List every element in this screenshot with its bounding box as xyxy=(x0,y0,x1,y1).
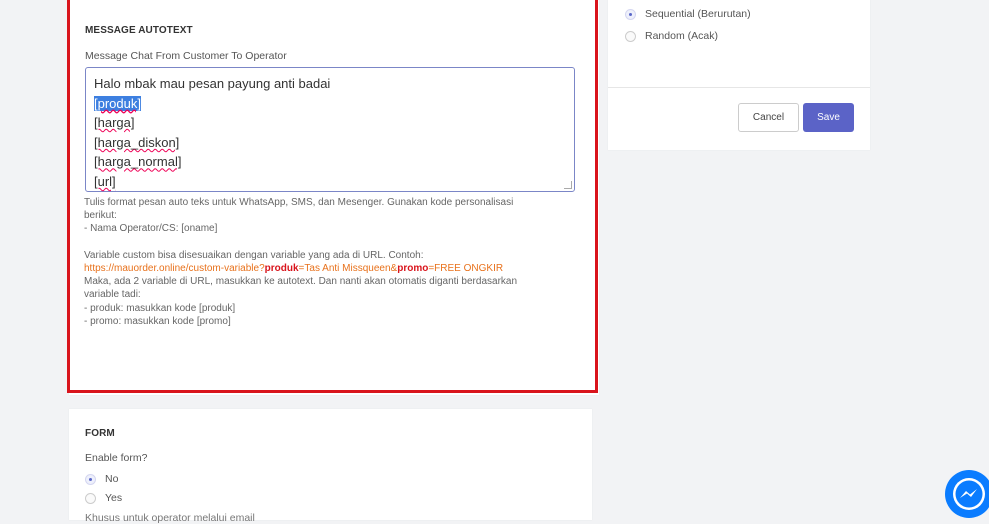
radio-selected-icon xyxy=(625,8,636,20)
messenger-button[interactable] xyxy=(945,470,989,518)
selected-text: [produk] xyxy=(94,95,141,111)
radio-random[interactable]: Random (Acak) xyxy=(625,30,718,42)
message-textarea[interactable]: Halo mbak mau pesan payung anti badai [p… xyxy=(85,67,575,192)
help-line: variable tadi: xyxy=(84,289,141,301)
help-line: Tulis format pesan auto teks untuk Whats… xyxy=(84,197,514,208)
form-title: FORM xyxy=(85,428,115,439)
messenger-icon xyxy=(953,478,985,510)
help-line: Variable custom bisa disesuaikan dengan … xyxy=(84,249,424,261)
enable-form-label: Enable form? xyxy=(85,452,148,464)
textarea-line: Halo mbak mau pesan payung anti badai xyxy=(94,76,331,91)
radio-sequential[interactable]: Sequential (Berurutan) xyxy=(625,8,751,20)
help-line: - promo: masukkan kode [promo] xyxy=(84,315,231,327)
cancel-button[interactable]: Cancel xyxy=(738,103,799,132)
divider xyxy=(608,87,870,88)
help-line: berikut: xyxy=(84,210,117,222)
autotext-help: Tulis format pesan auto teks untuk Whats… xyxy=(84,196,584,328)
save-button[interactable]: Save xyxy=(803,103,854,132)
radio-yes[interactable]: Yes xyxy=(85,492,122,504)
textarea-line: [harga_normal] xyxy=(94,154,182,170)
radio-empty-icon xyxy=(625,30,636,42)
radio-empty-icon xyxy=(85,492,96,504)
help-line: - Nama Operator/CS: [oname] xyxy=(84,223,218,235)
textarea-line: [url] xyxy=(94,173,116,189)
form-card xyxy=(69,409,592,520)
help-line: - produk: masukkan kode [produk] xyxy=(84,302,236,314)
textarea-line: [harga] xyxy=(94,115,135,131)
help-line: Maka, ada 2 variable di URL, masukkan ke… xyxy=(84,276,518,288)
autotext-title: MESSAGE AUTOTEXT xyxy=(85,25,193,36)
radio-selected-icon xyxy=(85,473,96,485)
message-field-label: Message Chat From Customer To Operator xyxy=(85,50,287,62)
textarea-line: [harga_diskon] xyxy=(94,134,180,150)
resize-grip-icon[interactable] xyxy=(564,181,572,189)
form-note: Khusus untuk operator melalui email xyxy=(85,512,255,524)
radio-no[interactable]: No xyxy=(85,473,118,485)
textarea-line: [produk] xyxy=(94,94,574,114)
example-url: https://mauorder.online/custom-variable?… xyxy=(84,263,504,274)
